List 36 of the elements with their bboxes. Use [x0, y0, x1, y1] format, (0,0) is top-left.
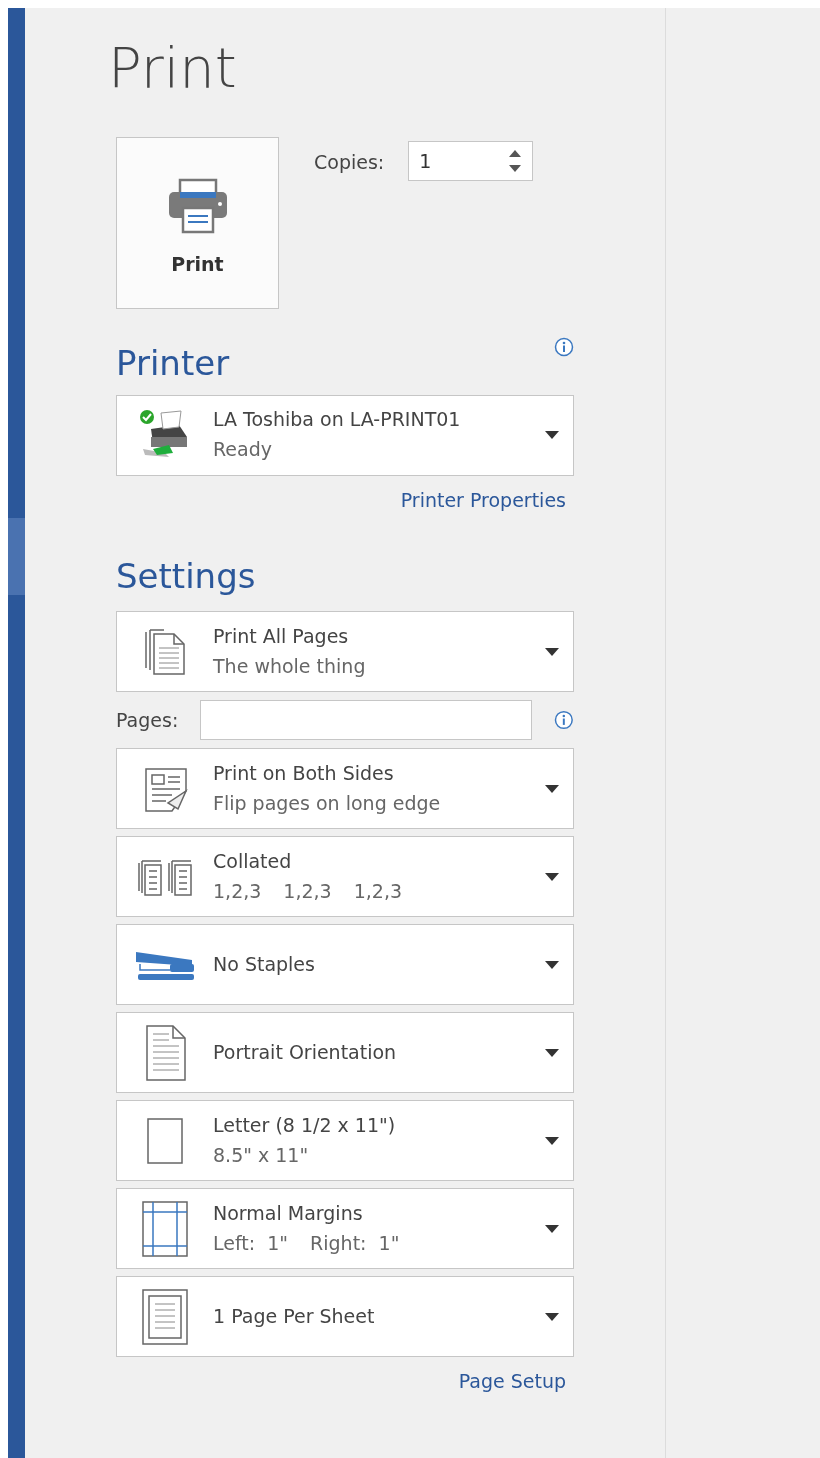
pages-stack-icon [144, 627, 186, 676]
info-icon [554, 337, 574, 358]
dropdown-caret-icon [545, 1048, 559, 1057]
page-title: Print [108, 34, 238, 102]
settings-dropdown[interactable]: 1 Page Per Sheet [116, 1276, 574, 1358]
copies-field[interactable]: 1 [408, 141, 534, 182]
blank-page-icon [144, 1116, 186, 1165]
dropdown-caret-icon [545, 647, 559, 656]
printer-icon [167, 177, 228, 234]
section-heading: Printer [116, 345, 230, 383]
dropdown-caret-icon [545, 872, 559, 881]
settings-dropdown[interactable]: Normal Margins Left: 1" Right: 1" [116, 1188, 574, 1270]
print-button[interactable]: Print [116, 137, 279, 310]
dropdown-caret-icon [545, 1224, 559, 1233]
dropdown-caret-icon [545, 1312, 559, 1321]
portrait-page-icon [143, 1023, 187, 1082]
section-heading: Settings [116, 558, 257, 596]
dropdown-caret-icon [545, 960, 559, 969]
margins-page-icon [141, 1199, 189, 1258]
printer-properties-link[interactable]: Printer Properties [400, 485, 566, 515]
pages-input-field[interactable] [200, 700, 533, 741]
printer-dropdown[interactable]: LA Toshiba on LA-PRINT01 Ready [116, 394, 574, 476]
copies-label: Copies: [314, 150, 385, 176]
settings-dropdown[interactable]: Print on Both Sides Flip pages on long edge [116, 748, 574, 830]
settings-dropdown[interactable]: Print All Pages The whole thing [116, 611, 574, 693]
settings-dropdown[interactable]: Portrait Orientation [116, 1012, 574, 1094]
single-page-icon [141, 1287, 189, 1346]
settings-dropdown[interactable]: Letter (8 1/2 x 11") 8.5" x 11" [116, 1100, 574, 1182]
dropdown-caret-icon [545, 431, 559, 440]
dropdown-caret-icon [545, 1136, 559, 1145]
dropdown-caret-icon [545, 784, 559, 793]
pages-label: Pages: [116, 708, 179, 734]
info-icon [554, 710, 574, 731]
page-setup-link[interactable]: Page Setup [458, 1367, 566, 1396]
settings-dropdown[interactable]: No Staples [116, 924, 574, 1006]
settings-dropdown[interactable]: Collated 1,2,3 1,2,3 1,2,3 [116, 836, 574, 918]
